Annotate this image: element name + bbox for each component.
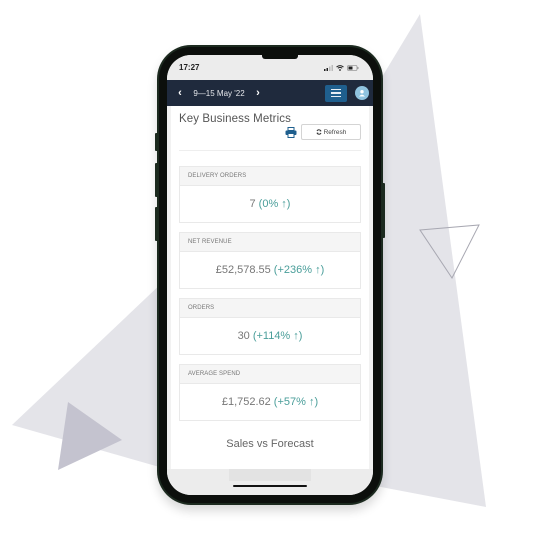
print-icon[interactable] [285, 126, 297, 138]
metric-change: (0% ↑) [258, 198, 291, 210]
metric-change: (+57% ↑) [273, 396, 319, 408]
next-week-button[interactable]: › [251, 87, 265, 99]
phone-power-button [382, 183, 385, 238]
phone-screen: 17:27 ‹ 9—15 May '22 › Key Business Metr… [167, 55, 373, 495]
hamburger-menu-icon [331, 89, 341, 91]
refresh-label: Refresh [323, 128, 347, 136]
phone-frame: 17:27 ‹ 9—15 May '22 › Key Business Metr… [155, 45, 385, 505]
home-indicator[interactable] [233, 484, 307, 487]
metric-label: NET REVENUE [180, 233, 360, 252]
metric-value-row: 7 (0% ↑) [180, 186, 360, 222]
main-content: Key Business Metrics Refresh DELIVERY OR… [171, 106, 369, 469]
status-time: 17:27 [179, 63, 200, 72]
metric-card-orders: ORDERS 30 (+114% ↑) [179, 298, 361, 355]
metric-value-row: £1,752.62 (+57% ↑) [180, 384, 360, 420]
metric-label: DELIVERY ORDERS [180, 167, 360, 186]
wifi-icon [336, 64, 344, 71]
phone-volume-up [155, 163, 158, 197]
metric-card-net-revenue: NET REVENUE £52,578.55 (+236% ↑) [179, 232, 361, 289]
previous-week-button[interactable]: ‹ [173, 87, 187, 99]
metric-value-row: 30 (+114% ↑) [180, 318, 360, 354]
refresh-icon [316, 129, 322, 135]
browser-bottom-bar [167, 469, 373, 495]
metric-value-row: £52,578.55 (+236% ↑) [180, 252, 360, 288]
top-nav-bar: ‹ 9—15 May '22 › [167, 80, 373, 106]
metric-value: £52,578.55 [215, 264, 271, 276]
browser-url-area[interactable] [229, 469, 311, 481]
user-avatar-button[interactable] [355, 86, 369, 100]
metric-change: (+236% ↑) [273, 264, 325, 276]
date-range-label[interactable]: 9—15 May '22 [187, 89, 251, 98]
user-avatar-icon [359, 90, 365, 97]
metric-label: ORDERS [180, 299, 360, 318]
page-toolbar: Refresh [179, 124, 361, 140]
metric-label: AVERAGE SPEND [180, 365, 360, 384]
metric-change: (+114% ↑) [252, 330, 303, 342]
metric-value: £1,752.62 [221, 396, 271, 408]
phone-volume-down [155, 207, 158, 241]
phone-notch [262, 55, 298, 59]
battery-icon [347, 64, 359, 71]
sales-vs-forecast-title: Sales vs Forecast [226, 438, 314, 450]
metric-value: 7 [249, 198, 256, 210]
metric-card-average-spend: AVERAGE SPEND £1,752.62 (+57% ↑) [179, 364, 361, 421]
phone-mute-switch [155, 133, 158, 151]
status-icons [324, 64, 359, 71]
refresh-button[interactable]: Refresh [301, 124, 361, 140]
metric-card-delivery-orders: DELIVERY ORDERS 7 (0% ↑) [179, 166, 361, 223]
menu-button[interactable] [325, 84, 347, 102]
metric-value: 30 [237, 330, 250, 342]
signal-icon [324, 64, 333, 71]
section-divider [179, 150, 361, 151]
